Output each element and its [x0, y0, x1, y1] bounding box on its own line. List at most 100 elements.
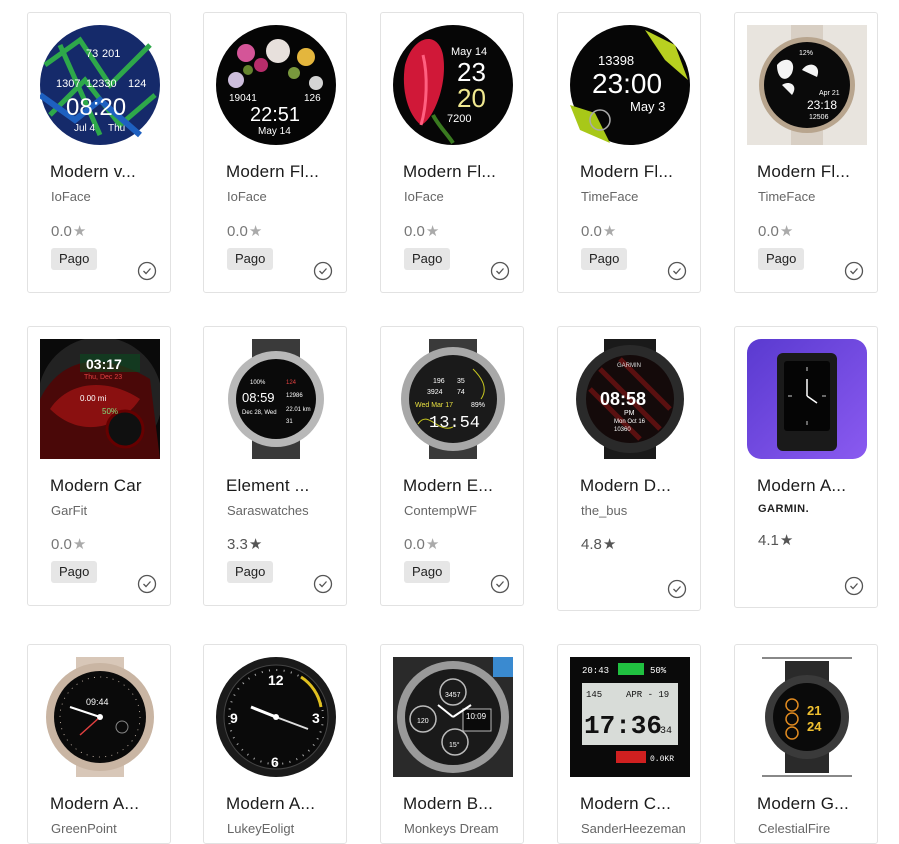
app-card[interactable]: 13398 23:00 May 3 Modern Fl... TimeFace …	[557, 12, 701, 293]
watch-add-icon[interactable]	[313, 261, 333, 281]
app-title[interactable]: Modern B...	[403, 794, 515, 814]
thumb-time: 13:54	[429, 414, 480, 433]
developer-name[interactable]: ContempWF	[404, 503, 477, 518]
thumb-text: Wed Mar 17	[415, 402, 453, 409]
price-badge: Pago	[51, 248, 98, 270]
thumb-time: 23:18	[807, 98, 837, 112]
thumb-text: 124	[128, 78, 146, 90]
app-card[interactable]: 100% 124 08:59 12986 Dec 28, Wed 22.01 k…	[203, 326, 347, 606]
app-title[interactable]: Modern E...	[403, 476, 515, 496]
thumb-text: 12986	[286, 393, 303, 399]
watch-add-icon[interactable]	[844, 261, 864, 281]
watch-face-thumbnail: 20:43 50% 145 APR - 19 17:36 34 0.0KR	[570, 657, 690, 777]
developer-name[interactable]: LukeyEoligt	[227, 821, 294, 836]
developer-name[interactable]: the_bus	[581, 503, 627, 518]
thumb-text: 0.0KR	[650, 755, 674, 764]
app-title[interactable]: Modern C...	[580, 794, 692, 814]
watch-face-thumbnail	[747, 339, 867, 459]
developer-name[interactable]: Saraswatches	[227, 503, 309, 518]
thumb-text: 22.01 km	[286, 407, 311, 413]
app-card[interactable]: Modern A... GARMIN. 4.1★	[734, 326, 878, 608]
app-title[interactable]: Modern v...	[50, 162, 162, 182]
app-card[interactable]: 09:44 Modern A... GreenPoint	[27, 644, 171, 844]
rating: 0.0★	[404, 223, 440, 240]
app-title[interactable]: Modern G...	[757, 794, 869, 814]
thumb-text: 50%	[650, 666, 667, 676]
developer-name[interactable]: GarFit	[51, 503, 87, 518]
app-title[interactable]: Element ...	[226, 476, 338, 496]
star-icon: ★	[425, 536, 440, 553]
watch-add-icon[interactable]	[137, 261, 157, 281]
app-title[interactable]: Modern A...	[226, 794, 338, 814]
price-badge: Pago	[581, 248, 628, 270]
thumb-text: 15°	[449, 741, 460, 749]
developer-name[interactable]: IoFace	[227, 189, 267, 204]
app-card[interactable]: 20:43 50% 145 APR - 19 17:36 34 0.0KR Mo…	[557, 644, 701, 844]
thumb-time: 10:09	[466, 712, 487, 721]
thumb-text: 13398	[598, 53, 634, 68]
watch-face-thumbnail: 19041 126 22:51 May 14	[216, 25, 336, 145]
rating: 0.0★	[581, 223, 617, 240]
watch-face-thumbnail: May 14 23 20 7200	[393, 25, 513, 145]
thumb-time: 08:20	[66, 94, 126, 121]
developer-name[interactable]: Monkeys Dream	[404, 821, 499, 836]
app-title[interactable]: Modern D...	[580, 476, 692, 496]
developer-logo[interactable]: GARMIN.	[758, 503, 809, 515]
app-card[interactable]: GARMIN 08:58 PM Mon Oct 16 10360 Modern …	[557, 326, 701, 611]
app-title[interactable]: Modern Fl...	[403, 162, 515, 182]
watch-add-icon[interactable]	[490, 261, 510, 281]
app-card[interactable]: 03:17 Thu, Dec 23 0.00 mi 50% Modern Car…	[27, 326, 171, 606]
watch-add-icon[interactable]	[137, 574, 157, 594]
app-card[interactable]: 196 35 3924 74 Wed Mar 17 89% 13:54 Mode…	[380, 326, 524, 606]
app-card[interactable]: 12% Apr 21 23:18 12506 Modern Fl... Time…	[734, 12, 878, 293]
developer-name[interactable]: GreenPoint	[51, 821, 117, 836]
star-icon: ★	[248, 536, 263, 553]
thumb-time: 23:00	[592, 68, 662, 99]
thumb-text: 20:43	[582, 666, 609, 676]
watch-add-icon[interactable]	[844, 576, 864, 596]
star-icon: ★	[779, 532, 794, 549]
rating: 0.0★	[404, 536, 440, 553]
developer-name[interactable]: SanderHeezeman	[581, 821, 686, 836]
thumb-text: 35	[457, 378, 465, 385]
watch-add-icon[interactable]	[667, 579, 687, 599]
watch-face-thumbnail: 13398 23:00 May 3	[570, 25, 690, 145]
watch-face-thumbnail: 12% Apr 21 23:18 12506	[747, 25, 867, 145]
app-card[interactable]: 3457 120 10:09 15° Modern B... Monkeys D…	[380, 644, 524, 844]
thumb-time: 09:44	[86, 697, 109, 707]
thumb-text: 201	[102, 48, 120, 60]
app-card[interactable]: 19041 126 22:51 May 14 Modern Fl... IoFa…	[203, 12, 347, 293]
thumb-text: 3924	[427, 389, 443, 396]
app-title[interactable]: Modern A...	[757, 476, 869, 496]
watch-add-icon[interactable]	[667, 261, 687, 281]
app-title[interactable]: Modern Fl...	[580, 162, 692, 182]
app-card[interactable]: 21 24 Modern G... CelestialFire	[734, 644, 878, 844]
thumb-text: 126	[304, 93, 321, 104]
watch-face-thumbnail: 09:44	[40, 657, 160, 777]
developer-name[interactable]: CelestialFire	[758, 821, 830, 836]
app-title[interactable]: Modern Fl...	[226, 162, 338, 182]
thumb-text: 124	[286, 380, 297, 386]
price-badge: Pago	[404, 248, 451, 270]
thumb-time: 08:59	[242, 390, 275, 405]
app-title[interactable]: Modern Fl...	[757, 162, 869, 182]
app-card[interactable]: May 14 23 20 7200 Modern Fl... IoFace 0.…	[380, 12, 524, 293]
price-badge: Pago	[227, 248, 274, 270]
developer-name[interactable]: TimeFace	[581, 189, 638, 204]
thumb-text: 89%	[471, 402, 485, 409]
app-card[interactable]: 73 201 1307 12330 124 08:20 Jul 4 Thu Mo…	[27, 12, 171, 293]
watch-face-thumbnail: 21 24	[747, 657, 867, 777]
app-title[interactable]: Modern Car	[50, 476, 162, 496]
developer-name[interactable]: IoFace	[51, 189, 91, 204]
thumb-time: 03:17	[86, 356, 122, 372]
thumb-time: 22:51	[250, 104, 300, 126]
app-title[interactable]: Modern A...	[50, 794, 162, 814]
app-card[interactable]: 12 9 3 6 Modern A... LukeyEoligt	[203, 644, 347, 844]
thumb-text: 12	[268, 672, 284, 688]
thumb-text: 12330	[86, 78, 117, 90]
thumb-text: PM	[624, 410, 635, 417]
watch-add-icon[interactable]	[313, 574, 333, 594]
developer-name[interactable]: IoFace	[404, 189, 444, 204]
developer-name[interactable]: TimeFace	[758, 189, 815, 204]
watch-add-icon[interactable]	[490, 574, 510, 594]
